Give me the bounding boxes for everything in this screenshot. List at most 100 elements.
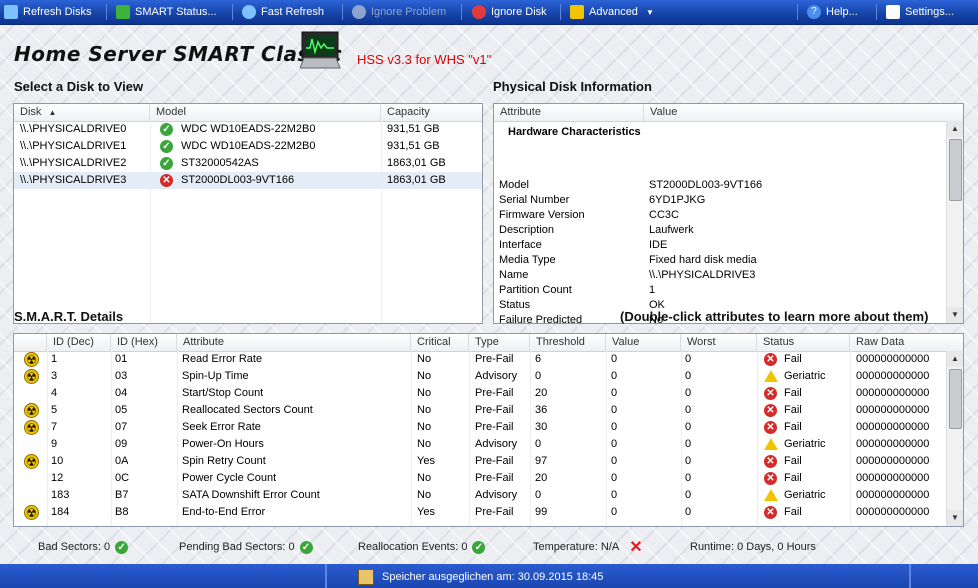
attr-id-dec: 183: [51, 489, 70, 501]
col-id-hex[interactable]: ID (Hex): [111, 334, 177, 351]
attr-raw-data: 000000000000: [856, 489, 930, 501]
attr-id-dec: 1: [51, 353, 58, 365]
col-critical[interactable]: Critical: [411, 334, 469, 351]
pending-bad-sectors-status: Pending Bad Sectors: 0 ✓: [179, 540, 313, 554]
attr-worst: 0: [685, 489, 692, 501]
attr-status: Fail: [784, 472, 802, 484]
smart-row[interactable]: 12 0C Power Cycle Count No Pre-Fail 20 0 0 00000…: [14, 470, 947, 487]
info-row[interactable]: Name \\.\PHYSICALDRIVE3: [494, 268, 946, 283]
col-worst[interactable]: Worst: [681, 334, 757, 351]
attr-raw-data: 000000000000: [856, 506, 930, 518]
smart-row[interactable]: ☢ 184 B8 End-to-End Error Yes Pre-Fail 99 0 0 000…: [14, 504, 947, 521]
attr-threshold: 20: [535, 472, 548, 484]
attr-status: Geriatric: [784, 370, 826, 382]
attr-id-dec: 12: [51, 472, 64, 484]
main-area: Home Server SMART Classic HSS v3.3 for W…: [0, 25, 978, 564]
attr-name: End-to-End Error: [182, 506, 266, 518]
scroll-up-icon[interactable]: ▲: [947, 121, 963, 137]
scroll-up-icon[interactable]: ▲: [947, 351, 963, 367]
col-capacity[interactable]: Capacity: [381, 104, 482, 121]
scroll-thumb[interactable]: [949, 369, 962, 429]
info-attribute: Partition Count: [499, 284, 572, 296]
scroll-down-icon[interactable]: ▼: [947, 510, 963, 526]
info-row[interactable]: Media Type Fixed hard disk media: [494, 253, 946, 268]
info-row[interactable]: Description Laufwerk: [494, 223, 946, 238]
attr-worst: 0: [685, 404, 692, 416]
hazard-icon: ☢: [24, 505, 39, 520]
attr-threshold: 36: [535, 404, 548, 416]
info-value: 6YD1PJKG: [649, 194, 706, 206]
settings-button[interactable]: Settings...: [886, 4, 954, 20]
taskbar-notification[interactable]: Speicher ausgeglichen am: 30.09.2015 18:…: [358, 569, 603, 585]
col-status[interactable]: Status: [757, 334, 850, 351]
disk-row[interactable]: \\.\PHYSICALDRIVE2 ✓ ST32000542AS 1863,01 G…: [14, 155, 482, 172]
fail-icon: ✕: [764, 472, 777, 485]
info-attribute: Interface: [499, 239, 542, 251]
attr-name: Power Cycle Count: [182, 472, 277, 484]
attr-worst: 0: [685, 387, 692, 399]
attr-value: 0: [611, 353, 618, 365]
attr-value: 0: [611, 438, 618, 450]
scroll-down-icon[interactable]: ▼: [947, 307, 963, 323]
attr-type: Pre-Fail: [475, 353, 514, 365]
info-row[interactable]: Serial Number 6YD1PJKG: [494, 193, 946, 208]
col-attribute[interactable]: Attribute: [177, 334, 411, 351]
smart-row[interactable]: ☢ 7 07 Seek Error Rate No Pre-Fail 30 0 0 0000000…: [14, 419, 947, 436]
smart-hint: (Double-click attributes to learn more a…: [620, 309, 929, 324]
ignore-disk-button[interactable]: Ignore Disk: [472, 4, 547, 20]
smart-row[interactable]: ☢ 3 03 Spin-Up Time No Advisory 0 0 0 00000000000…: [14, 368, 947, 385]
col-type[interactable]: Type: [469, 334, 530, 351]
ok-icon: ✓: [160, 157, 173, 170]
col-attribute[interactable]: Attribute: [494, 104, 644, 121]
info-attribute: Serial Number: [499, 194, 570, 206]
ignore-problem-button[interactable]: Ignore Problem: [352, 4, 446, 20]
attr-critical: No: [417, 387, 432, 399]
disk-row[interactable]: \\.\PHYSICALDRIVE3 ✕ ST2000DL003-9VT166 186…: [14, 172, 482, 189]
help-button[interactable]: ? Help...: [807, 4, 858, 20]
attr-id-hex: 0C: [115, 472, 130, 484]
smart-row[interactable]: ☢ 1 01 Read Error Rate No Pre-Fail 6 0 0 00000000…: [14, 351, 947, 368]
col-value[interactable]: Value: [606, 334, 681, 351]
info-row[interactable]: Model ST2000DL003-9VT166: [494, 178, 946, 193]
col-disk[interactable]: Disk ▲: [14, 104, 150, 121]
smart-scrollbar[interactable]: ▲ ▼: [946, 351, 963, 526]
smart-row[interactable]: 9 09 Power-On Hours No Advisory 0 0 0 0000000000…: [14, 436, 947, 453]
attr-name: Read Error Rate: [182, 353, 263, 365]
scroll-thumb[interactable]: [949, 139, 962, 201]
taskbar: Speicher ausgeglichen am: 30.09.2015 18:…: [0, 564, 978, 588]
disk-row[interactable]: \\.\PHYSICALDRIVE1 ✓ WDC WD10EADS-22M2B0 93…: [14, 138, 482, 155]
attr-value: 0: [611, 404, 618, 416]
fast-refresh-button[interactable]: Fast Refresh: [242, 4, 324, 20]
attr-id-dec: 7: [51, 421, 58, 433]
smart-table: ID (Dec) ID (Hex) Attribute Critical Typ…: [13, 333, 964, 527]
attr-id-dec: 3: [51, 370, 58, 382]
col-threshold[interactable]: Threshold: [530, 334, 606, 351]
info-row[interactable]: Partition Count 1: [494, 283, 946, 298]
attr-name: Reallocated Sectors Count: [182, 404, 313, 416]
disk-row[interactable]: \\.\PHYSICALDRIVE0 ✓ WDC WD10EADS-22M2B0 93…: [14, 121, 482, 138]
disk-capacity: 1863,01 GB: [387, 157, 446, 169]
attr-type: Pre-Fail: [475, 421, 514, 433]
info-row[interactable]: Firmware Version CC3C: [494, 208, 946, 223]
settings-icon: [886, 5, 900, 19]
attr-worst: 0: [685, 438, 692, 450]
attr-id-hex: B7: [115, 489, 129, 501]
smart-status-button[interactable]: SMART Status...: [116, 4, 217, 20]
col-id-dec[interactable]: ID (Dec): [47, 334, 111, 351]
refresh-disks-icon: [4, 5, 18, 19]
col-model[interactable]: Model: [150, 104, 381, 121]
smart-row[interactable]: 183 B7 SATA Downshift Error Count No Advisor…: [14, 487, 947, 504]
attr-worst: 0: [685, 472, 692, 484]
smart-row[interactable]: 4 04 Start/Stop Count No Pre-Fail 20 0 0 0000000…: [14, 385, 947, 402]
disk-info-scrollbar[interactable]: ▲ ▼: [946, 121, 963, 323]
refresh-disks-button[interactable]: Refresh Disks: [4, 4, 91, 20]
smart-row[interactable]: ☢ 10 0A Spin Retry Count Yes Pre-Fail 97 0 0 0000…: [14, 453, 947, 470]
col-raw-data[interactable]: Raw Data: [850, 334, 947, 351]
smart-row[interactable]: ☢ 5 05 Reallocated Sectors Count No Pre-Fail 3…: [14, 402, 947, 419]
group-header: Hardware Characteristics: [508, 126, 641, 138]
fail-icon: ✕: [764, 404, 777, 417]
advanced-button[interactable]: Advanced ▼: [570, 4, 654, 20]
info-row[interactable]: Interface IDE: [494, 238, 946, 253]
attr-raw-data: 000000000000: [856, 387, 930, 399]
col-value[interactable]: Value: [644, 104, 946, 121]
